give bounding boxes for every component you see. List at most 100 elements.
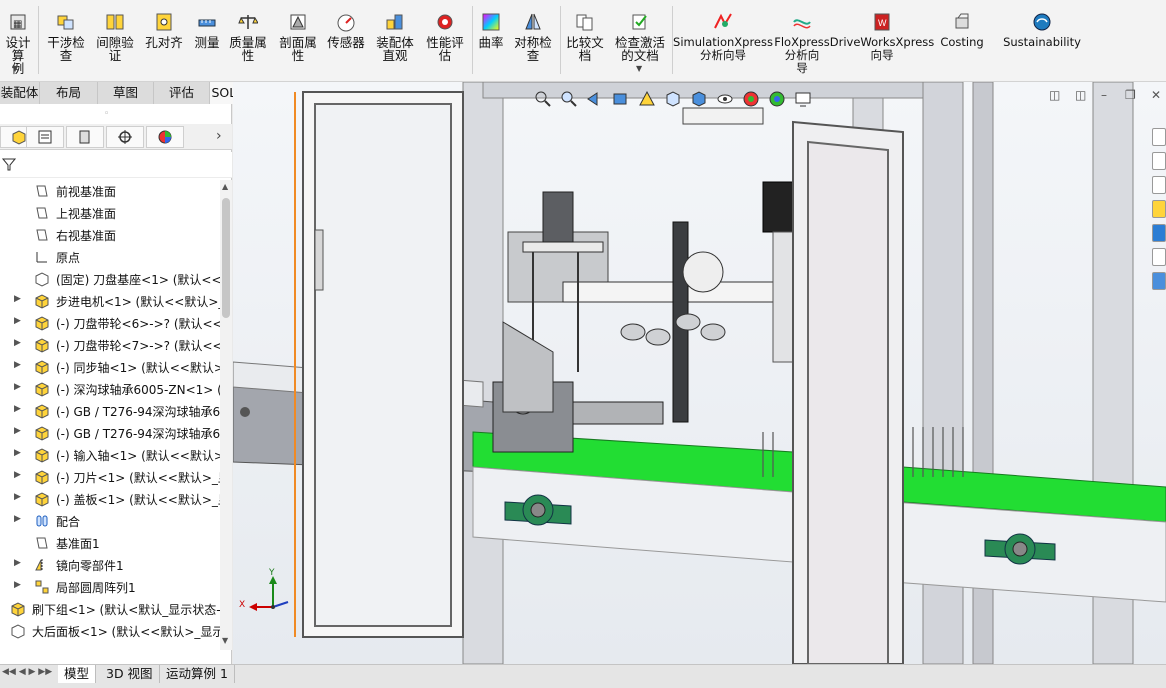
clearance-verification-button[interactable]: 间隙验 证 xyxy=(92,4,138,76)
tree-filter[interactable] xyxy=(0,152,232,178)
chevron-right-icon[interactable]: ▶ xyxy=(14,316,21,326)
forum-icon[interactable] xyxy=(1152,272,1166,290)
chevron-right-icon[interactable]: › xyxy=(216,128,222,144)
section-view-icon[interactable] xyxy=(611,89,631,109)
tree-item-label: (-) 刀盘带轮<6>->? (默认<< xyxy=(56,317,220,331)
interference-check-button[interactable]: 干涉检 查 xyxy=(44,4,88,76)
apply-scene-icon[interactable] xyxy=(767,89,787,109)
display-manager-tab[interactable] xyxy=(146,126,184,148)
tree-item[interactable]: 原点 xyxy=(0,246,220,268)
chevron-right-icon[interactable]: ▶ xyxy=(14,470,21,480)
mass-properties-button[interactable]: 质量属 性 xyxy=(226,4,270,76)
performance-evaluation-button[interactable]: 性能评 估 xyxy=(422,4,468,76)
scroll-thumb[interactable] xyxy=(222,198,230,318)
performance-evaluation-icon xyxy=(437,14,453,30)
driveworksxpress-button[interactable]: W DriveWorksXpress 向导 xyxy=(830,4,934,76)
tree-item[interactable]: ▶ 配合 xyxy=(0,510,220,532)
tab-3d-views[interactable]: 3D 视图 xyxy=(100,665,160,683)
display-style-icon[interactable] xyxy=(689,89,709,109)
tree-item[interactable]: (固定) 刀盘基座<1> (默认<< xyxy=(0,268,220,290)
sensor-button[interactable]: 传感器 xyxy=(324,4,368,76)
floxpress-button[interactable]: FloXpress 分析向 导 xyxy=(772,4,832,76)
tab-scroll-arrows[interactable]: ◀◀ ◀ ▶ ▶▶ xyxy=(2,667,52,677)
tree-item[interactable]: ▶ (-) 同步轴<1> (默认<<默认> xyxy=(0,356,220,378)
graphics-area[interactable]: X Y ◫ ◫ – ❐ ✕ xyxy=(233,82,1166,664)
previous-view-icon[interactable] xyxy=(585,89,605,109)
plane-icon xyxy=(34,205,50,221)
chevron-right-icon[interactable]: ▶ xyxy=(14,360,21,370)
curvature-button[interactable]: 曲率 xyxy=(476,4,506,76)
edit-appearance-icon[interactable] xyxy=(741,89,761,109)
tree-item[interactable]: ▶ (-) GB / T276-94深沟球轴承6 xyxy=(0,400,220,422)
tab-model[interactable]: 模型 xyxy=(58,665,97,683)
property-manager-tab[interactable] xyxy=(26,126,64,148)
tree-item[interactable]: ▶ (-) 盖板<1> (默认<<默认>_显 xyxy=(0,488,220,510)
close-icon[interactable]: ✕ xyxy=(1151,88,1161,102)
chevron-right-icon[interactable]: ▶ xyxy=(14,580,21,590)
view-settings-icon[interactable] xyxy=(793,89,813,109)
chevron-right-icon[interactable]: ▶ xyxy=(14,492,21,502)
view-orientation-icon[interactable] xyxy=(663,89,683,109)
chevron-right-icon[interactable]: ▶ xyxy=(14,558,21,568)
scroll-up-arrow[interactable]: ▲ xyxy=(222,182,228,191)
tree-item[interactable]: ▶ 步进电机<1> (默认<<默认>_ xyxy=(0,290,220,312)
tree-item[interactable]: 前视基准面 xyxy=(0,180,220,202)
tree-item[interactable]: ▶ (-) GB / T276-94深沟球轴承6 xyxy=(0,422,220,444)
costing-button[interactable]: Costing xyxy=(934,4,990,76)
scroll-down-arrow[interactable]: ▼ xyxy=(222,636,228,645)
panel-grip[interactable]: ◦ xyxy=(104,109,109,119)
tree-item[interactable]: 右视基准面 xyxy=(0,224,220,246)
tree-item[interactable]: ▶ (-) 刀盘带轮<6>->? (默认<< xyxy=(0,312,220,334)
tile-right-icon[interactable]: ◫ xyxy=(1075,88,1086,102)
tab-motion-study-1[interactable]: 运动算例 1 xyxy=(160,665,235,683)
chevron-right-icon[interactable]: ▶ xyxy=(14,514,21,524)
sustainability-button[interactable]: Sustainability xyxy=(1000,4,1084,76)
custom-properties-icon[interactable] xyxy=(1152,248,1166,266)
chevron-right-icon[interactable]: ▶ xyxy=(14,426,21,436)
tree-item[interactable]: ▶ (-) 深沟球轴承6005-ZN<1> ( xyxy=(0,378,220,400)
home-icon[interactable] xyxy=(1152,128,1166,146)
zoom-area-icon[interactable] xyxy=(559,89,579,109)
dimxpert-tab[interactable] xyxy=(106,126,144,148)
tab-sketch[interactable]: 草图 xyxy=(98,82,154,104)
minimize-icon[interactable]: – xyxy=(1101,88,1107,102)
measure-button[interactable]: 测量 xyxy=(190,4,224,76)
tree-item[interactable]: 刷下组<1> (默认<默认_显示状态- xyxy=(0,598,220,620)
chevron-right-icon[interactable]: ▶ xyxy=(14,338,21,348)
zoom-to-fit-icon[interactable] xyxy=(533,89,553,109)
chevron-right-icon[interactable]: ▶ xyxy=(14,448,21,458)
tree-item[interactable]: 上视基准面 xyxy=(0,202,220,224)
hide-show-items-icon[interactable] xyxy=(715,89,735,109)
dynamic-annotation-icon[interactable] xyxy=(637,89,657,109)
tree-item[interactable]: ▶ (-) 输入轴<1> (默认<<默认> xyxy=(0,444,220,466)
appearances-icon[interactable] xyxy=(1152,224,1166,242)
tab-assembly[interactable]: 装配体 xyxy=(0,82,40,104)
assembly-visualization-button[interactable]: 装配体 直观 xyxy=(372,4,418,76)
design-library-icon[interactable] xyxy=(1152,176,1166,194)
chevron-right-icon[interactable]: ▶ xyxy=(14,404,21,414)
tree-item[interactable]: 大后面板<1> (默认<<默认>_显示 xyxy=(0,620,220,642)
chevron-right-icon[interactable]: ▶ xyxy=(14,294,21,304)
configuration-manager-tab[interactable] xyxy=(66,126,104,148)
chevron-down-icon[interactable]: ▼ xyxy=(636,64,642,73)
restore-icon[interactable]: ❐ xyxy=(1125,88,1136,102)
symmetry-check-button[interactable]: 对称检 查 xyxy=(510,4,556,76)
tree-item[interactable]: ▶ 镜向零部件1 xyxy=(0,554,220,576)
tree-item[interactable]: ▶ (-) 刀片<1> (默认<<默认>_显 xyxy=(0,466,220,488)
hole-alignment-button[interactable]: 孔对齐 xyxy=(142,4,186,76)
file-explorer-icon[interactable] xyxy=(1152,200,1166,218)
tree-item[interactable]: 基准面1 xyxy=(0,532,220,554)
tab-evaluate[interactable]: 评估 xyxy=(154,82,210,104)
compare-documents-button[interactable]: 比较文 档 xyxy=(562,4,608,76)
resources-icon[interactable] xyxy=(1152,152,1166,170)
chevron-right-icon[interactable]: ▶ xyxy=(14,382,21,392)
chevron-down-icon[interactable]: ▼ xyxy=(12,64,18,73)
simulationxpress-button[interactable]: SimulationXpress 分析向导 xyxy=(673,4,773,76)
tab-layout[interactable]: 布局 xyxy=(40,82,98,104)
tree-item[interactable]: ▶ (-) 刀盘带轮<7>->? (默认<< xyxy=(0,334,220,356)
tile-left-icon[interactable]: ◫ xyxy=(1049,88,1060,102)
solidworks-window: ▦ 设计算 例 ▼ 干涉检 查 间隙验 证 孔对齐 测量 质量属 性 剖面属 性 xyxy=(0,0,1166,688)
section-properties-button[interactable]: 剖面属 性 xyxy=(276,4,320,76)
tree-scrollbar[interactable]: ▲ ▼ xyxy=(220,180,232,650)
tree-item[interactable]: ▶ 局部圆周阵列1 xyxy=(0,576,220,598)
